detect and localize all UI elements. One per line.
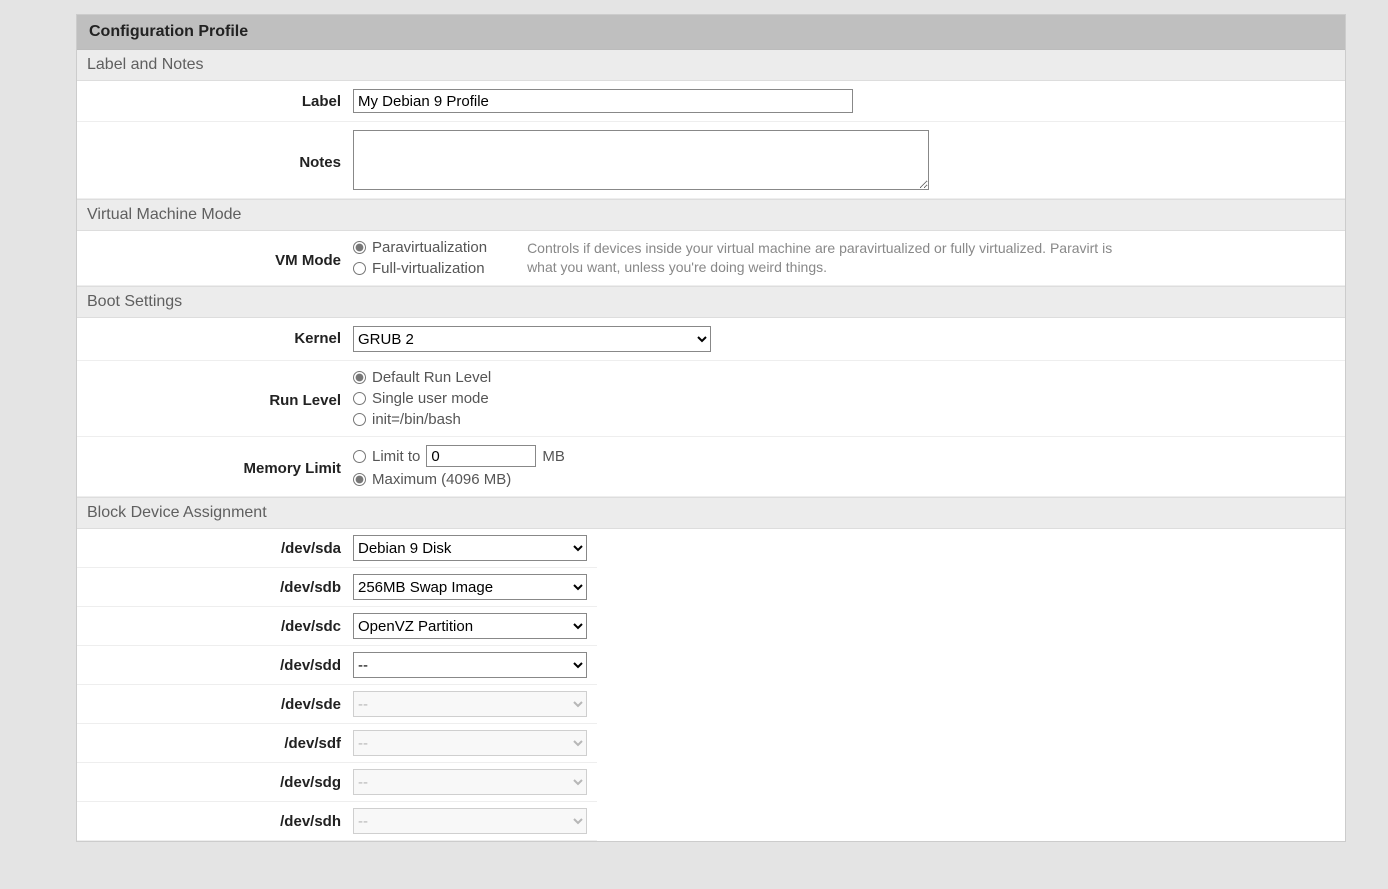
row-vm-mode: VM Mode Paravirtualization Full-virtuali… — [77, 231, 1345, 286]
device-row-sdf: /dev/sdf -- — [77, 724, 597, 763]
device-row-sdd: /dev/sdd -- — [77, 646, 597, 685]
memory-limit-radio[interactable] — [353, 450, 366, 463]
memory-max-radio[interactable] — [353, 473, 366, 486]
runlevel-default-label: Default Run Level — [372, 369, 491, 386]
device-row-sdh: /dev/sdh -- — [77, 802, 597, 841]
notes-textarea[interactable] — [353, 130, 929, 190]
device-label-sdg: /dev/sdg — [77, 774, 353, 791]
runlevel-init-option[interactable]: init=/bin/bash — [353, 411, 491, 428]
runlevel-default-option[interactable]: Default Run Level — [353, 369, 491, 386]
row-kernel: Kernel GRUB 2 — [77, 318, 1345, 361]
memory-limit-prefix: Limit to — [372, 448, 420, 465]
vm-mode-full-label: Full-virtualization — [372, 260, 485, 277]
runlevel-label: Run Level — [77, 388, 353, 409]
block-device-list: /dev/sda Debian 9 Disk /dev/sdb 256MB Sw… — [77, 529, 1345, 841]
device-row-sdb: /dev/sdb 256MB Swap Image — [77, 568, 597, 607]
device-select-sdc[interactable]: OpenVZ Partition — [353, 613, 587, 639]
row-memory: Memory Limit Limit to MB Maximum (4096 M… — [77, 437, 1345, 497]
vm-mode-paravirt-label: Paravirtualization — [372, 239, 487, 256]
runlevel-single-label: Single user mode — [372, 390, 489, 407]
section-boot: Boot Settings — [77, 286, 1345, 318]
label-field-label: Label — [77, 89, 353, 110]
memory-limit-option[interactable]: Limit to MB — [353, 445, 565, 467]
device-label-sde: /dev/sde — [77, 696, 353, 713]
label-input[interactable] — [353, 89, 853, 113]
memory-label: Memory Limit — [77, 456, 353, 477]
notes-field-label: Notes — [77, 150, 353, 171]
row-notes: Notes — [77, 122, 1345, 199]
device-label-sdh: /dev/sdh — [77, 813, 353, 830]
memory-max-label: Maximum (4096 MB) — [372, 471, 511, 488]
config-profile-panel: Configuration Profile Label and Notes La… — [76, 14, 1346, 842]
device-label-sdf: /dev/sdf — [77, 735, 353, 752]
device-row-sdg: /dev/sdg -- — [77, 763, 597, 802]
memory-limit-suffix: MB — [542, 448, 565, 465]
device-label-sdb: /dev/sdb — [77, 579, 353, 596]
section-block: Block Device Assignment — [77, 497, 1345, 529]
device-row-sde: /dev/sde -- — [77, 685, 597, 724]
panel-title: Configuration Profile — [77, 15, 1345, 50]
runlevel-single-option[interactable]: Single user mode — [353, 390, 491, 407]
device-label-sda: /dev/sda — [77, 540, 353, 557]
runlevel-single-radio[interactable] — [353, 392, 366, 405]
row-label: Label — [77, 81, 1345, 122]
vm-mode-full-radio[interactable] — [353, 262, 366, 275]
device-select-sdh: -- — [353, 808, 587, 834]
vm-mode-full-option[interactable]: Full-virtualization — [353, 260, 487, 277]
device-label-sdc: /dev/sdc — [77, 618, 353, 635]
section-vm-mode: Virtual Machine Mode — [77, 199, 1345, 231]
device-select-sda[interactable]: Debian 9 Disk — [353, 535, 587, 561]
device-select-sdb[interactable]: 256MB Swap Image — [353, 574, 587, 600]
section-label-notes: Label and Notes — [77, 50, 1345, 81]
kernel-select[interactable]: GRUB 2 — [353, 326, 711, 352]
vm-mode-label: VM Mode — [77, 248, 353, 269]
runlevel-init-label: init=/bin/bash — [372, 411, 461, 428]
runlevel-init-radio[interactable] — [353, 413, 366, 426]
runlevel-default-radio[interactable] — [353, 371, 366, 384]
memory-max-option[interactable]: Maximum (4096 MB) — [353, 471, 565, 488]
device-select-sdg: -- — [353, 769, 587, 795]
device-label-sdd: /dev/sdd — [77, 657, 353, 674]
device-row-sda: /dev/sda Debian 9 Disk — [77, 529, 597, 568]
row-runlevel: Run Level Default Run Level Single user … — [77, 361, 1345, 437]
device-row-sdc: /dev/sdc OpenVZ Partition — [77, 607, 597, 646]
device-select-sde: -- — [353, 691, 587, 717]
vm-mode-paravirt-radio[interactable] — [353, 241, 366, 254]
kernel-label: Kernel — [77, 326, 353, 347]
vm-mode-help: Controls if devices inside your virtual … — [527, 239, 1127, 277]
memory-limit-input[interactable] — [426, 445, 536, 467]
vm-mode-paravirt-option[interactable]: Paravirtualization — [353, 239, 487, 256]
device-select-sdf: -- — [353, 730, 587, 756]
device-select-sdd[interactable]: -- — [353, 652, 587, 678]
